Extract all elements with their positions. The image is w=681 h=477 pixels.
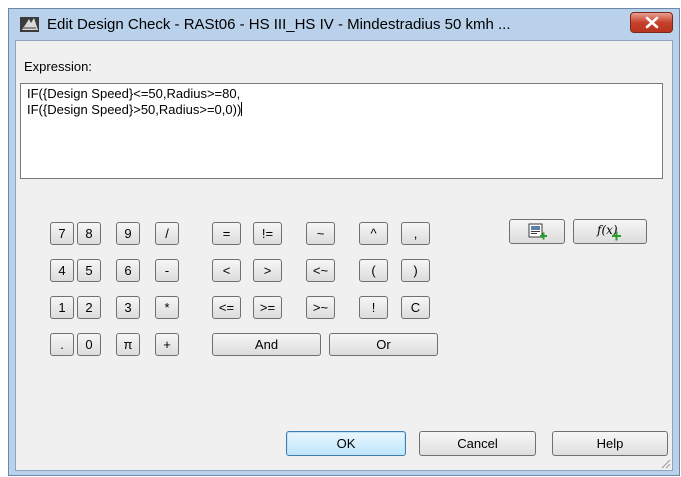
cancel-button[interactable]: Cancel [419, 431, 536, 456]
expression-line-1: IF({Design Speed}<=50,Radius>=80, [27, 86, 241, 101]
app-icon [20, 16, 40, 33]
insert-property-button[interactable] [509, 219, 565, 244]
dialog-body: Expression: IF({Design Speed}<=50,Radius… [15, 40, 673, 471]
key-greater-tilde[interactable]: >~ [306, 296, 335, 319]
insert-function-icon: f(x) [596, 223, 624, 241]
key-4[interactable]: 4 [50, 259, 74, 282]
key-plus[interactable]: + [155, 333, 179, 356]
key-and[interactable]: And [212, 333, 321, 356]
key-9[interactable]: 9 [116, 222, 140, 245]
ok-button[interactable]: OK [286, 431, 406, 456]
key-comma[interactable]: , [401, 222, 430, 245]
key-tilde[interactable]: ~ [306, 222, 335, 245]
key-3[interactable]: 3 [116, 296, 140, 319]
key-less-equal[interactable]: <= [212, 296, 241, 319]
expression-line-2: IF({Design Speed}>50,Radius>=0,0)) [27, 102, 242, 117]
key-pi[interactable]: π [116, 333, 140, 356]
insert-property-icon [528, 223, 547, 239]
key-minus[interactable]: - [155, 259, 179, 282]
key-not[interactable]: ! [359, 296, 388, 319]
key-6[interactable]: 6 [116, 259, 140, 282]
key-1[interactable]: 1 [50, 296, 74, 319]
key-left-paren[interactable]: ( [359, 259, 388, 282]
key-greater-equal[interactable]: >= [253, 296, 282, 319]
title-bar[interactable]: Edit Design Check - RASt06 - HS III_HS I… [9, 9, 679, 41]
insert-function-button[interactable]: f(x) [573, 219, 647, 244]
dialog-window: Edit Design Check - RASt06 - HS III_HS I… [8, 8, 680, 476]
key-8[interactable]: 8 [77, 222, 101, 245]
key-caret[interactable]: ^ [359, 222, 388, 245]
key-clear[interactable]: C [401, 296, 430, 319]
expression-input[interactable]: IF({Design Speed}<=50,Radius>=80, IF({De… [20, 83, 663, 179]
key-7[interactable]: 7 [50, 222, 74, 245]
key-0[interactable]: 0 [77, 333, 101, 356]
key-less-than[interactable]: < [212, 259, 241, 282]
close-icon [645, 16, 659, 29]
expression-label: Expression: [24, 59, 92, 74]
text-caret [241, 102, 243, 116]
key-decimal[interactable]: . [50, 333, 74, 356]
key-equals[interactable]: = [212, 222, 241, 245]
window-title: Edit Design Check - RASt06 - HS III_HS I… [47, 16, 511, 33]
key-5[interactable]: 5 [77, 259, 101, 282]
key-multiply[interactable]: * [155, 296, 179, 319]
key-not-equals[interactable]: != [253, 222, 282, 245]
key-or[interactable]: Or [329, 333, 438, 356]
help-button[interactable]: Help [552, 431, 668, 456]
resize-grip-icon[interactable] [659, 457, 671, 469]
key-greater-than[interactable]: > [253, 259, 282, 282]
key-right-paren[interactable]: ) [401, 259, 430, 282]
key-divide[interactable]: / [155, 222, 179, 245]
key-2[interactable]: 2 [77, 296, 101, 319]
close-button[interactable] [630, 12, 673, 33]
key-less-tilde[interactable]: <~ [306, 259, 335, 282]
